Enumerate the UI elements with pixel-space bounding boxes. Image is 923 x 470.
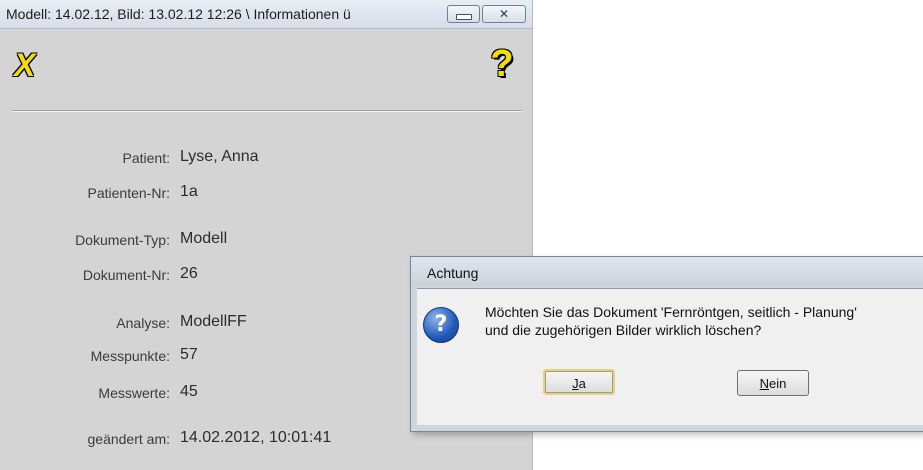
close-window-button[interactable]: ✕ bbox=[482, 5, 526, 23]
modified-label: geändert am: bbox=[87, 431, 171, 447]
info-window-titlebar[interactable]: Modell: 14.02.12, Bild: 13.02.12 12:26 \… bbox=[0, 0, 532, 29]
patient-label: Patient: bbox=[122, 150, 170, 166]
dialog-titlebar[interactable]: Achtung bbox=[411, 257, 923, 287]
measure-points-label: Messpunkte: bbox=[90, 348, 170, 364]
no-button[interactable]: Nein bbox=[737, 370, 809, 396]
patient-number-value: 1a bbox=[180, 183, 198, 200]
dialog-body: ? Möchten Sie das Dokument 'Fernröntgen,… bbox=[417, 288, 923, 425]
document-type-label: Dokument-Typ: bbox=[75, 232, 170, 248]
document-number-label: Dokument-Nr: bbox=[82, 267, 170, 283]
minimize-icon bbox=[455, 14, 472, 20]
close-tool-icon[interactable]: X bbox=[14, 48, 48, 82]
patient-value: Lyse, Anna bbox=[180, 148, 259, 165]
dialog-title: Achtung bbox=[427, 265, 479, 281]
dialog-message-line-1: Möchten Sie das Dokument 'Fernröntgen, s… bbox=[485, 304, 857, 320]
help-icon[interactable]: ? bbox=[484, 44, 520, 84]
no-label-rest: ein bbox=[769, 376, 787, 391]
divider bbox=[12, 110, 522, 112]
analysis-label: Analyse: bbox=[116, 315, 170, 331]
confirm-delete-dialog: Achtung ? Möchten Sie das Dokument 'Fern… bbox=[410, 256, 923, 432]
minimize-button[interactable] bbox=[447, 5, 480, 23]
yes-button[interactable]: Ja bbox=[543, 369, 615, 395]
no-access-key: N bbox=[759, 376, 770, 391]
yes-label-rest: a bbox=[578, 376, 586, 391]
document-type-value: Modell bbox=[180, 230, 228, 247]
close-icon: ✕ bbox=[498, 7, 510, 21]
question-icon: ? bbox=[423, 307, 459, 343]
info-window-title: Modell: 14.02.12, Bild: 13.02.12 12:26 \… bbox=[6, 6, 351, 22]
dialog-message-line-2: und die zugehörigen Bilder wirklich lösc… bbox=[485, 322, 762, 338]
measure-values-label: Messwerte: bbox=[98, 385, 170, 401]
patient-number-label: Patienten-Nr: bbox=[87, 185, 170, 201]
